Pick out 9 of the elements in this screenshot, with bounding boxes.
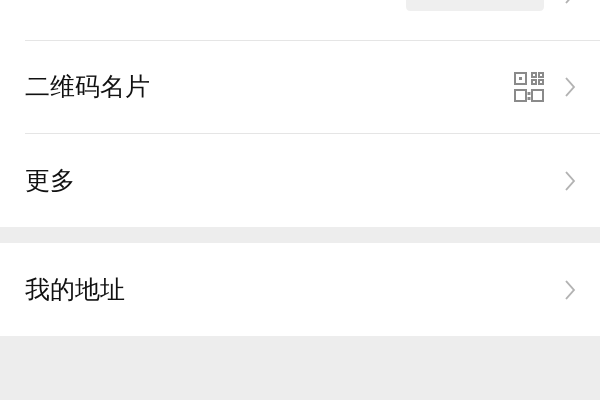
row-label: 更多 bbox=[25, 166, 75, 195]
row-label: 二维码名片 bbox=[25, 72, 150, 102]
row-label: 我的地址 bbox=[25, 274, 125, 304]
chevron-right-icon bbox=[564, 170, 576, 192]
chevron-right-icon bbox=[564, 76, 576, 98]
settings-row[interactable]: 二维码名片 bbox=[25, 41, 600, 134]
chevron-right-icon bbox=[564, 278, 576, 300]
qr-code-icon bbox=[514, 72, 544, 102]
settings-row[interactable]: 更多 bbox=[25, 134, 600, 227]
